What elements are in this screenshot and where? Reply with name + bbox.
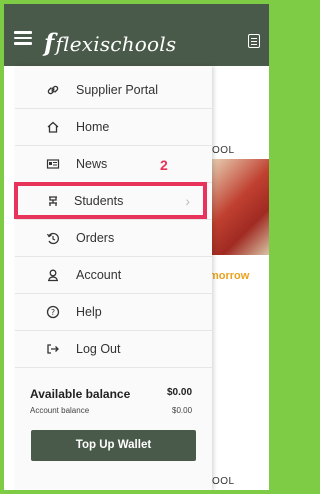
school-label-2: OOL <box>212 476 235 487</box>
account-balance-amount: $0.00 <box>172 406 193 415</box>
menu-label: Supplier Portal <box>76 83 158 97</box>
menu-item-news[interactable]: News <box>15 146 212 183</box>
top-up-wallet-button[interactable]: Top Up Wallet <box>31 430 196 461</box>
account-icon <box>46 268 60 282</box>
hamburger-menu-icon[interactable] <box>14 31 32 45</box>
svg-text:?: ? <box>51 308 55 317</box>
balance-title: Available balance <box>30 387 131 401</box>
app-header: fflexischools <box>4 4 269 66</box>
menu-label: Orders <box>76 231 115 245</box>
tomorrow-label: morrow <box>209 270 250 282</box>
link-icon <box>46 83 60 97</box>
news-icon <box>46 157 60 171</box>
menu-label: Home <box>76 120 110 134</box>
menu-label: Log Out <box>76 342 121 356</box>
receipt-icon[interactable] <box>248 34 260 48</box>
menu-item-help[interactable]: ? Help <box>15 294 212 331</box>
home-icon <box>46 120 60 134</box>
logout-icon <box>46 342 60 356</box>
school-label: OOL <box>212 145 235 156</box>
menu-item-orders[interactable]: Orders <box>15 220 212 257</box>
menu-label: News <box>76 157 108 171</box>
food-image <box>209 159 269 255</box>
balance-amount: $0.00 <box>167 387 193 398</box>
menu-label: Account <box>76 268 122 282</box>
menu-label: Help <box>76 305 102 319</box>
brand-logo: fflexischools <box>44 28 177 57</box>
menu-item-logout[interactable]: Log Out <box>15 331 212 368</box>
menu-item-home[interactable]: Home <box>15 109 212 146</box>
menu-item-account[interactable]: Account <box>15 257 212 294</box>
menu-item-supplier-portal[interactable]: Supplier Portal <box>15 72 212 109</box>
app-frame: fflexischools OOL morrow OOL Supplier Po… <box>4 4 269 490</box>
nav-drawer: Supplier Portal Home News Students › Ord… <box>15 66 212 490</box>
help-icon: ? <box>46 305 60 319</box>
account-balance-label: Account balance <box>30 406 90 415</box>
highlight-box <box>14 182 207 219</box>
step-number-annotation: 2 <box>160 157 168 173</box>
orders-icon <box>46 231 60 245</box>
